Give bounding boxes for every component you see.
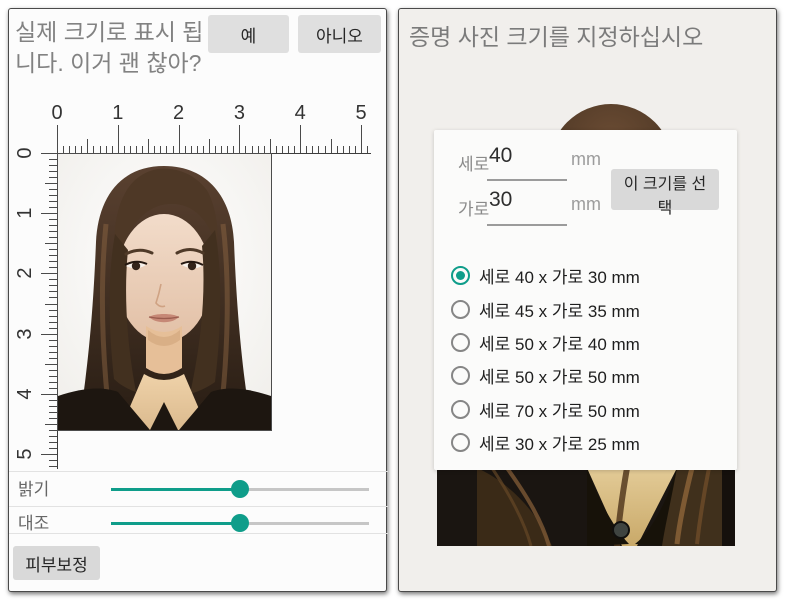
h-ruler-number: 0 xyxy=(51,102,63,124)
size-option-row[interactable]: 세로 45 x 가로 35 mm xyxy=(451,292,726,325)
h-ruler-number: 3 xyxy=(233,102,245,124)
size-option-label: 세로 50 x 가로 40 mm xyxy=(479,334,640,354)
select-size-button[interactable]: 이 크기를 선택 xyxy=(611,169,719,217)
size-dialog: 세로 mm 가로 mm 이 크기를 선택 세로 40 x 가로 30 mm세로 … xyxy=(434,130,737,470)
v-ruler-number: 3 xyxy=(14,328,36,340)
portrait-photo xyxy=(58,154,271,430)
v-ruler-number: 4 xyxy=(14,388,36,400)
yes-button[interactable]: 예 xyxy=(208,15,289,53)
size-option-label: 세로 45 x 가로 35 mm xyxy=(479,301,640,321)
size-option-label: 세로 50 x 가로 50 mm xyxy=(479,368,640,388)
contrast-slider[interactable] xyxy=(111,514,369,532)
v-ruler-number: 1 xyxy=(14,207,36,219)
divider xyxy=(9,533,388,534)
v-ruler-number: 0 xyxy=(14,147,36,159)
width-label: 가로 xyxy=(458,200,490,219)
divider xyxy=(9,471,388,472)
slider-fill xyxy=(111,522,240,525)
radio-icon[interactable] xyxy=(451,366,470,386)
photo-editor-panel: 실제 크기로 표시 됩니다. 이거 괜 찮아? 예 아니오 0 1 2 3 4 5 0 1 2… xyxy=(8,8,388,592)
height-unit: mm xyxy=(571,149,601,169)
h-ruler-number: 4 xyxy=(294,102,306,124)
brightness-slider-thumb[interactable] xyxy=(231,480,249,498)
contrast-label: 대조 xyxy=(18,514,50,533)
v-ruler-number: 5 xyxy=(14,448,36,460)
size-option-row[interactable]: 세로 50 x 가로 50 mm xyxy=(451,359,726,392)
radio-icon[interactable] xyxy=(451,399,470,419)
size-option-label: 세로 40 x 가로 30 mm xyxy=(479,268,640,288)
no-button[interactable]: 아니오 xyxy=(298,15,381,53)
radio-icon[interactable] xyxy=(451,299,470,319)
width-unit: mm xyxy=(571,194,601,214)
size-option-row[interactable]: 세로 40 x 가로 30 mm xyxy=(451,259,726,292)
h-ruler-number: 1 xyxy=(112,102,124,124)
size-options-list: 세로 40 x 가로 30 mm 세로 45 x 가로 35 mm 세로 50 x … xyxy=(451,259,726,459)
chest-strip xyxy=(437,466,735,546)
screenshot-canvas: 실제 크기로 표시 됩니다. 이거 괜 찮아? 예 아니오 0 1 2 3 4 5 0 1 2… xyxy=(0,0,786,600)
slider-fill xyxy=(111,488,240,491)
width-input-underline xyxy=(487,224,567,226)
v-ruler-number: 2 xyxy=(14,267,36,279)
radio-selected-icon[interactable] xyxy=(451,266,470,286)
contrast-slider-thumb[interactable] xyxy=(231,514,249,532)
h-ruler-number: 2 xyxy=(173,102,185,124)
page-title: 증명 사진 크기를 지정하십시오 xyxy=(409,24,704,50)
brightness-slider[interactable] xyxy=(111,480,369,498)
size-picker-panel: 증명 사진 크기를 지정하십시오 세로 40 mm 가로 30 mm 이 크기를… xyxy=(398,8,777,592)
height-input-underline xyxy=(487,179,567,181)
id-photo-preview xyxy=(57,153,272,431)
size-option-row[interactable]: 세로 70 x 가로 50 mm xyxy=(451,393,726,426)
size-option-row[interactable]: 세로 30 x 가로 25 mm xyxy=(451,426,726,459)
confirm-size-question: 실제 크기로 표시 됩니다. 이거 괜 찮아? xyxy=(15,19,204,76)
skin-correction-button[interactable]: 피부보정 xyxy=(13,546,100,580)
divider xyxy=(9,506,388,507)
brightness-label: 밝기 xyxy=(18,480,50,499)
size-option-label: 세로 70 x 가로 50 mm xyxy=(479,401,640,421)
height-label: 세로 xyxy=(458,155,490,174)
width-input[interactable] xyxy=(489,188,565,212)
height-input[interactable] xyxy=(489,144,565,168)
radio-icon[interactable] xyxy=(451,433,470,453)
h-ruler-number: 5 xyxy=(355,102,367,124)
radio-icon[interactable] xyxy=(451,332,470,352)
size-option-row[interactable]: 세로 50 x 가로 40 mm xyxy=(451,326,726,359)
size-option-label: 세로 30 x 가로 25 mm xyxy=(479,435,640,455)
